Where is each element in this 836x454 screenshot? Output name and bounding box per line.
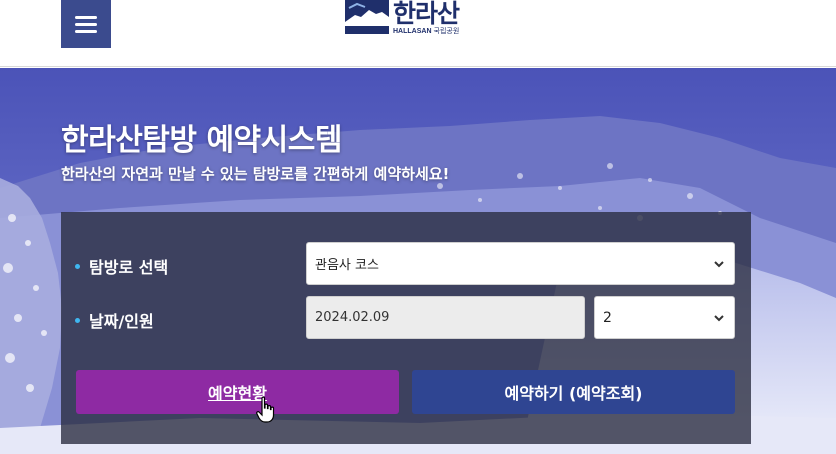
people-count-select[interactable]: 2 bbox=[594, 296, 735, 339]
hero-section: 한라산탐방 예약시스템 한라산의 자연과 만날 수 있는 탐방로를 간편하게 예… bbox=[0, 68, 836, 454]
trail-select[interactable]: 관음사 코스 bbox=[306, 242, 735, 285]
hand-pointer-cursor-icon bbox=[256, 396, 275, 423]
hero-title: 한라산탐방 예약시스템 bbox=[61, 123, 342, 158]
hamburger-menu-icon-bar bbox=[75, 29, 97, 33]
chevron-down-icon bbox=[714, 314, 724, 321]
people-count-value: 2 bbox=[603, 309, 612, 326]
bullet-icon bbox=[75, 317, 80, 323]
trail-label-text: 탐방로 선택 bbox=[89, 258, 169, 277]
date-field-value: 2024.02.09 bbox=[315, 310, 390, 325]
hamburger-menu-icon-bar bbox=[75, 22, 97, 26]
hamburger-menu-icon bbox=[75, 15, 97, 19]
reservation-panel: 탐방로 선택 관음사 코스 날짜/인원 2024.02.09 2 예약현황 예약… bbox=[61, 212, 751, 444]
date-people-label-text: 날짜/인원 bbox=[89, 312, 154, 331]
mountain-logo-icon bbox=[345, 0, 389, 34]
hallasan-logo[interactable]: 한라산 HALLASAN 국립공원 bbox=[345, 0, 470, 38]
hero-subtitle: 한라산의 자연과 만날 수 있는 탐방로를 간편하게 예약하세요! bbox=[61, 165, 450, 183]
trail-select-label: 탐방로 선택 bbox=[75, 254, 168, 278]
date-field[interactable]: 2024.02.09 bbox=[306, 296, 585, 339]
site-header: 한라산 HALLASAN 국립공원 bbox=[0, 0, 836, 67]
date-people-label: 날짜/인원 bbox=[75, 308, 154, 332]
make-reservation-button[interactable]: 예약하기 (예약조회) bbox=[412, 370, 735, 414]
chevron-down-icon bbox=[714, 260, 724, 267]
trail-select-value: 관음사 코스 bbox=[315, 258, 379, 273]
hamburger-menu-button[interactable] bbox=[61, 0, 111, 48]
logo-english-text: HALLASAN 국립공원 bbox=[393, 26, 459, 36]
logo-english: HALLASAN bbox=[393, 28, 432, 35]
logo-english-sub: 국립공원 bbox=[433, 28, 460, 35]
bullet-icon bbox=[75, 263, 80, 269]
reservation-status-button[interactable]: 예약현황 bbox=[76, 370, 399, 414]
